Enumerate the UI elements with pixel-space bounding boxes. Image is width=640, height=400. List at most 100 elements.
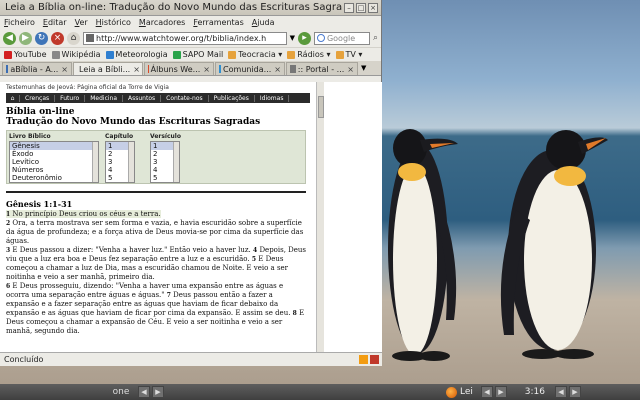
clock: 3:16 (524, 387, 546, 397)
tab-comunidade[interactable]: Comunida... × (215, 62, 285, 75)
search-magnifier-icon[interactable]: ⌕ (373, 33, 378, 43)
verse-list-scrollbar[interactable] (173, 142, 179, 182)
site-nav-bar: ⌂ Crenças Futuro Medicina Assuntos Conta… (6, 93, 310, 103)
status-text: Concluído (4, 355, 44, 364)
reload-icon[interactable]: ↻ (35, 31, 48, 45)
site-nav-futuro[interactable]: Futuro (55, 94, 86, 102)
tray-right-icon[interactable]: ▶ (568, 386, 581, 398)
page-title: Bíblia on-line Tradução do Novo Mundo da… (6, 107, 310, 127)
site-nav-idiomas[interactable]: Idiomas (255, 94, 290, 102)
site-nav-crencas[interactable]: Crenças (20, 94, 56, 102)
forward-arrow-icon[interactable]: ▶ (19, 31, 32, 45)
maximize-button[interactable]: □ (356, 2, 366, 13)
taskbar-scroll-right-icon[interactable]: ▶ (494, 386, 507, 398)
firefox-icon[interactable] (446, 386, 457, 398)
bookmark-folder-teocracia[interactable]: Teocracia ▾ (228, 50, 282, 59)
tab-close-icon[interactable]: × (61, 65, 68, 74)
book-column: Livro Bíblico Gênesis Êxodo Levítico Núm… (9, 133, 99, 183)
menu-edit[interactable]: Editar (43, 18, 67, 27)
back-arrow-icon[interactable]: ◀ (3, 31, 16, 45)
page-title-line2: Tradução do Novo Mundo das Escrituras Sa… (6, 117, 261, 127)
desktop-name[interactable]: one (106, 387, 136, 397)
book-option[interactable]: Êxodo (10, 150, 98, 158)
chapter-listbox[interactable]: 1 2 3 4 5 (105, 141, 135, 183)
site-nav-assuntos[interactable]: Assuntos (123, 94, 162, 102)
menu-bookmarks[interactable]: Marcadores (139, 18, 185, 27)
chapter-label: Capítulo (105, 133, 134, 140)
taskbar-scroll-left-icon[interactable]: ◀ (480, 386, 493, 398)
desktop-prev-icon[interactable]: ◀ (138, 386, 150, 398)
page-right-margin (324, 82, 382, 352)
passage-selector: Livro Bíblico Gênesis Êxodo Levítico Núm… (6, 130, 306, 184)
verse-2: 2 Ora, a terra mostrava ser sem forma e … (6, 219, 304, 245)
page-scrollbar[interactable] (316, 82, 324, 352)
desktop-next-icon[interactable]: ▶ (152, 386, 164, 398)
bookmark-youtube[interactable]: YouTube (4, 50, 47, 59)
bookmark-sapo-mail[interactable]: SAPO Mail (172, 50, 223, 59)
menu-history[interactable]: Histórico (96, 18, 131, 27)
search-input[interactable]: Google (313, 31, 370, 45)
close-button[interactable]: × (368, 2, 378, 13)
verse-1: 1 No princípio Deus criou os céus e a te… (6, 210, 161, 218)
menu-file[interactable]: Ficheiro (4, 18, 35, 27)
book-list-scrollbar[interactable] (92, 142, 98, 182)
tab-biblia[interactable]: aBíblia - A... × (2, 62, 72, 75)
book-option[interactable]: Gênesis (10, 142, 98, 150)
tab-portal[interactable]: :: Portal - ... × (286, 62, 358, 75)
verse-column: Versículo 1 2 3 4 5 (150, 133, 181, 183)
penguin-wallpaper-left (388, 129, 458, 361)
site-nav-contate[interactable]: Contate-nos (161, 94, 209, 102)
book-option[interactable]: Deuteronômio (10, 174, 98, 182)
menu-tools[interactable]: Ferramentas (193, 18, 243, 27)
bible-page: Testemunhas de Jeová: Página oficial da … (0, 82, 316, 352)
stop-icon[interactable]: × (51, 31, 64, 45)
tray-left-icon[interactable]: ◀ (554, 386, 567, 398)
tab-leia-a-biblia[interactable]: Leia a Bíbli... × (73, 62, 143, 75)
tab-close-icon[interactable]: × (274, 65, 281, 74)
extension-icon[interactable] (370, 355, 379, 364)
wikipedia-icon (51, 50, 60, 59)
book-option[interactable]: Números (10, 166, 98, 174)
go-arrow-icon[interactable]: ▸ (297, 31, 311, 45)
bookmark-wikipedia[interactable]: Wikipédia (51, 50, 101, 59)
tab-close-icon[interactable]: × (133, 65, 140, 74)
menu-help[interactable]: Ajuda (252, 18, 275, 27)
search-engine-icon[interactable] (316, 34, 325, 42)
folder-icon (335, 50, 344, 59)
rss-feed-icon[interactable] (359, 355, 368, 364)
verse-listbox[interactable]: 1 2 3 4 5 (150, 141, 180, 183)
site-favicon-icon (86, 34, 94, 42)
tab-albuns-web[interactable]: Álbuns We... × (144, 62, 214, 75)
section-divider (6, 191, 306, 193)
url-text: http://www.watchtower.org/t/biblia/index… (96, 33, 267, 43)
book-listbox[interactable]: Gênesis Êxodo Levítico Números Deuteronô… (9, 141, 99, 183)
weather-icon (105, 50, 114, 59)
url-dropdown-icon[interactable]: ▼ (290, 34, 295, 42)
title-bar: Leia a Bíblia on-line: Tradução do Novo … (0, 0, 381, 16)
folder-icon (287, 50, 296, 59)
site-nav-medicina[interactable]: Medicina (85, 94, 124, 102)
tab-favicon-icon (219, 65, 222, 73)
site-tagline: Testemunhas de Jeová: Página oficial da … (6, 84, 169, 91)
minimize-button[interactable]: – (344, 2, 354, 13)
taskbar-app-label[interactable]: Lei (460, 387, 473, 397)
book-label: Livro Bíblico (9, 133, 51, 140)
site-home-icon[interactable]: ⌂ (6, 94, 20, 102)
tab-list-dropdown-icon[interactable]: ▼ (361, 64, 366, 72)
menu-view[interactable]: Ver (75, 18, 88, 27)
bookmark-folder-radios[interactable]: Rádios ▾ (287, 50, 331, 59)
tab-close-icon[interactable]: × (347, 65, 354, 74)
chapter-list-scrollbar[interactable] (128, 142, 134, 182)
menu-bar: Ficheiro Editar Ver Histórico Marcadores… (0, 16, 381, 29)
site-nav-publicacoes[interactable]: Publicações (209, 94, 255, 102)
home-icon[interactable]: ⌂ (67, 31, 80, 45)
book-option[interactable]: Levítico (10, 158, 98, 166)
tab-favicon-icon (6, 65, 9, 73)
window-title: Leia a Bíblia on-line: Tradução do Novo … (5, 2, 342, 13)
url-bar[interactable]: http://www.watchtower.org/t/biblia/index… (83, 31, 287, 45)
bookmark-folder-tv[interactable]: TV ▾ (335, 50, 362, 59)
penguin-wallpaper-right (500, 130, 608, 359)
tab-close-icon[interactable]: × (203, 65, 210, 74)
navigation-toolbar: ◀ ▶ ↻ × ⌂ http://www.watchtower.org/t/bi… (0, 29, 381, 47)
bookmark-meteorologia[interactable]: Meteorologia (105, 50, 168, 59)
